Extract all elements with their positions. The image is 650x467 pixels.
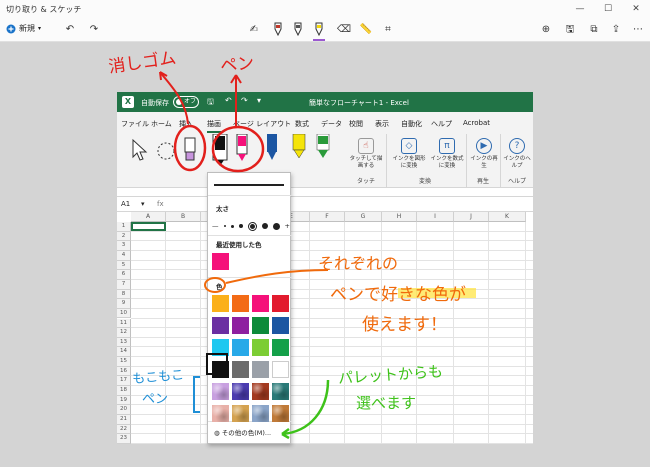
pen-circle <box>211 125 265 173</box>
palette-annotation-line2: 選べます <box>356 394 417 412</box>
annotation-overlay <box>159 71 476 440</box>
each-annotation-line1: それぞれの <box>318 254 399 273</box>
color-label-circle <box>204 277 226 293</box>
eraser-arrow <box>159 71 189 125</box>
color-arrow <box>225 269 329 284</box>
each-annotation-line3: 使えます！ <box>362 315 447 335</box>
each-annotation-line2: ペンで好きな色が <box>330 285 466 305</box>
eraser-circle <box>173 124 207 172</box>
moko-annotation-line2: ペン <box>142 392 169 407</box>
palette-arrow <box>281 379 330 436</box>
texture-bracket <box>193 376 200 413</box>
pen-annotation: ペン <box>219 53 256 77</box>
selected-swatch-outline <box>206 353 228 375</box>
